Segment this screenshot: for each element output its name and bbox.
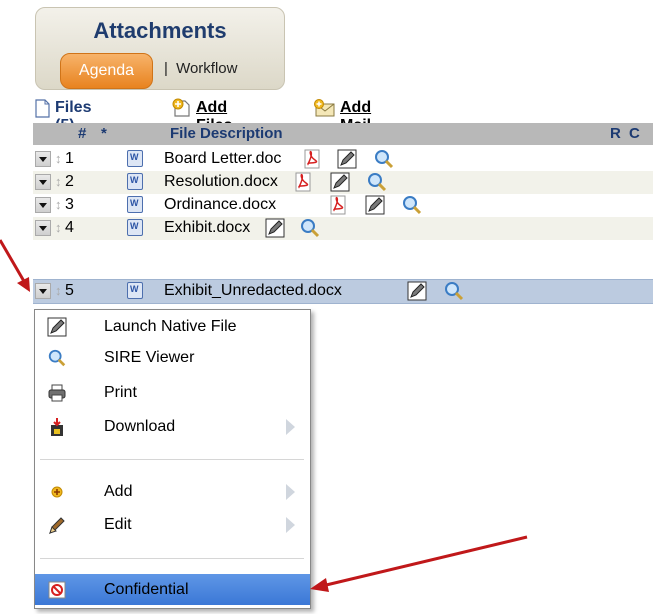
annotation-arrow-icon [0, 239, 30, 292]
annotation-arrow-icon [310, 535, 528, 592]
annotation-arrows [0, 239, 528, 592]
